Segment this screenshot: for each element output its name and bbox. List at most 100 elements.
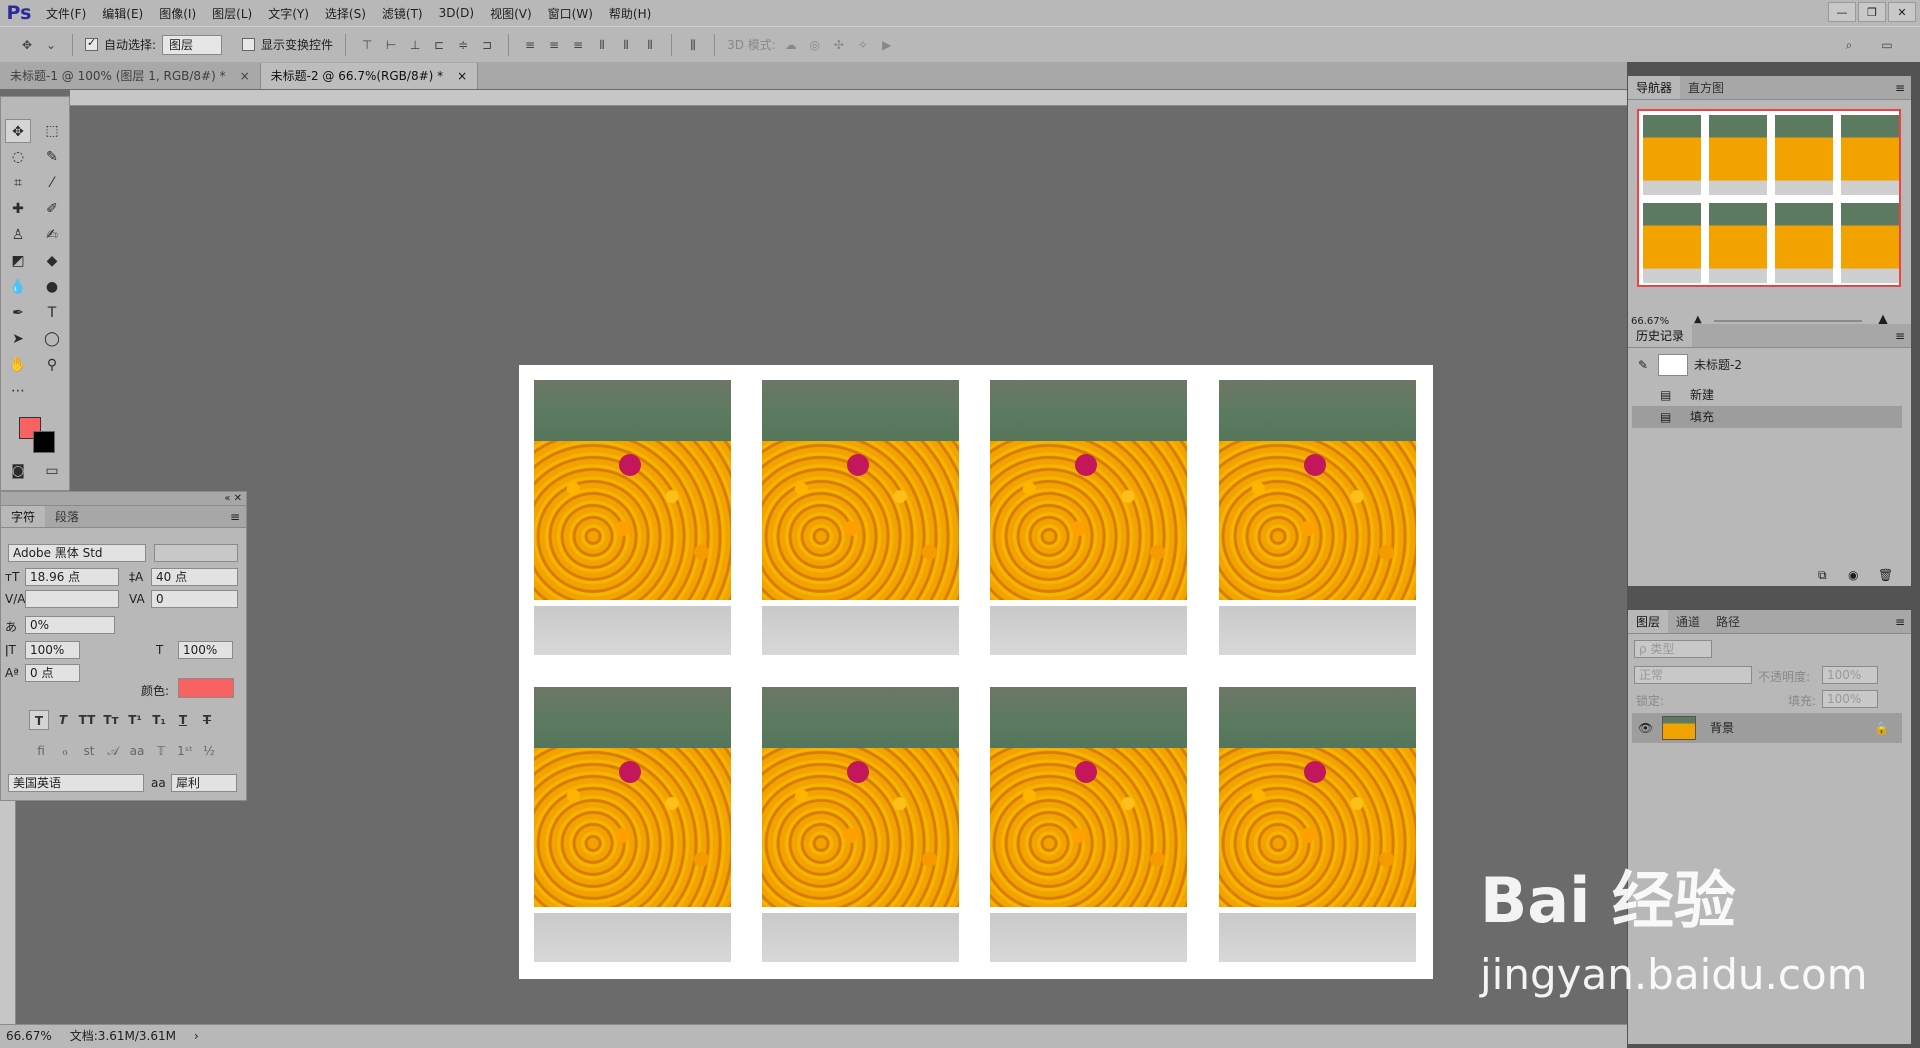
leading-field[interactable]: 40 点 xyxy=(151,568,238,586)
tab-channels[interactable]: 通道 xyxy=(1668,610,1708,633)
menu-file[interactable]: 文件(F) xyxy=(38,5,94,22)
align-vcenter-icon[interactable]: ⊢ xyxy=(382,37,400,53)
align-top-icon[interactable]: ⊤ xyxy=(358,37,376,53)
strikethrough-button[interactable]: T xyxy=(197,710,217,730)
fill-field[interactable]: 100% xyxy=(1822,690,1878,708)
status-doc-size[interactable]: 文档:3.61M/3.61M xyxy=(70,1025,176,1048)
titling-button[interactable]: aa xyxy=(127,744,147,762)
layer-row[interactable]: 👁 背景 🔒 xyxy=(1632,713,1902,743)
restore-icon[interactable]: ❐ xyxy=(1858,2,1886,22)
tab-paragraph[interactable]: 段落 xyxy=(45,506,89,527)
quick-mask-icon[interactable]: ◙ xyxy=(5,459,31,483)
menu-select[interactable]: 选择(S) xyxy=(317,5,374,22)
paint-bucket-tool-icon[interactable]: ◆ xyxy=(39,249,65,273)
history-snapshot[interactable]: ✎ 未标题-2 xyxy=(1632,354,1902,376)
navigator-zoom-slider[interactable] xyxy=(1714,320,1862,322)
align-right-icon[interactable]: ⊐ xyxy=(478,37,496,53)
menu-image[interactable]: 图像(I) xyxy=(151,5,204,22)
tracking-field[interactable]: 0 xyxy=(151,590,238,608)
tab-histogram[interactable]: 直方图 xyxy=(1680,76,1732,99)
tab-document-2[interactable]: 未标题-2 @ 66.7%(RGB/8#) * × xyxy=(260,63,479,89)
opacity-field[interactable]: 100% xyxy=(1822,666,1878,684)
scale-3d-icon[interactable]: ▶ xyxy=(878,37,896,53)
auto-select-dropdown[interactable]: 图层 xyxy=(162,34,223,55)
brush-tool-icon[interactable]: ✐ xyxy=(39,197,65,221)
screen-mode-icon[interactable]: ▭ xyxy=(39,459,65,483)
slide-3d-icon[interactable]: ✧ xyxy=(854,37,872,53)
stylistic-button[interactable]: 𝒜 xyxy=(103,744,123,762)
all-caps-button[interactable]: TT xyxy=(77,710,97,730)
eraser-tool-icon[interactable]: ◩ xyxy=(5,249,31,273)
navigator-thumbnail[interactable] xyxy=(1637,109,1901,287)
subscript-button[interactable]: T₁ xyxy=(149,710,169,730)
font-family-select[interactable]: Adobe 黑体 Std xyxy=(8,544,146,562)
search-icon[interactable]: ⌕ xyxy=(1840,37,1858,53)
align-bottom-icon[interactable]: ⊥ xyxy=(406,37,424,53)
lasso-tool-icon[interactable]: ◌ xyxy=(5,145,31,169)
show-transform-checkbox[interactable] xyxy=(242,38,256,51)
tab-close-icon[interactable]: × xyxy=(457,63,467,89)
menu-help[interactable]: 帮助(H) xyxy=(601,5,659,22)
layer-filter-select[interactable]: ρ 类型 xyxy=(1634,640,1712,658)
distribute-vcenter-icon[interactable]: ≡ xyxy=(545,37,563,53)
eyedropper-tool-icon[interactable]: ⁄ xyxy=(39,171,65,195)
move-tool-icon[interactable]: ✥ xyxy=(18,37,36,53)
underline-button[interactable]: T xyxy=(173,710,193,730)
zoom-tool-icon[interactable]: ⚲ xyxy=(39,353,65,377)
ordinals-st-button[interactable]: 1ˢᵗ xyxy=(175,744,195,762)
history-brush-tool-icon[interactable]: ✍ xyxy=(39,223,65,247)
workspace-icon[interactable]: ▭ xyxy=(1878,37,1896,53)
tab-layers[interactable]: 图层 xyxy=(1628,610,1669,633)
history-item[interactable]: ▤ 填充 xyxy=(1632,406,1902,428)
background-color-swatch[interactable] xyxy=(33,431,55,453)
auto-align-icon[interactable]: ⫼ xyxy=(684,37,702,53)
crop-tool-icon[interactable]: ⌗ xyxy=(5,171,31,195)
vertical-scale-field[interactable]: 100% xyxy=(25,641,80,659)
path-select-tool-icon[interactable]: ➤ xyxy=(5,327,31,351)
ellipse-tool-icon[interactable]: ◯ xyxy=(39,327,65,351)
tab-history[interactable]: 历史记录 xyxy=(1628,324,1693,347)
orbit-3d-icon[interactable]: ☁ xyxy=(782,37,800,53)
quick-select-tool-icon[interactable]: ✎ xyxy=(39,145,65,169)
canvas-area[interactable] xyxy=(16,106,1627,1024)
faux-bold-button[interactable]: T xyxy=(29,710,49,730)
auto-select-checkbox[interactable] xyxy=(85,36,98,51)
distribute-top-icon[interactable]: ≡ xyxy=(521,37,539,53)
antialias-select[interactable]: 犀利 xyxy=(171,774,237,792)
menu-filter[interactable]: 滤镜(T) xyxy=(374,5,431,22)
faux-italic-button[interactable]: T xyxy=(53,710,73,730)
camera-icon[interactable]: ◉ xyxy=(1848,568,1858,582)
chevron-right-icon[interactable]: › xyxy=(194,1025,199,1048)
eye-icon[interactable]: 👁 xyxy=(1638,713,1653,743)
tab-document-1[interactable]: 未标题-1 @ 100% (图层 1, RGB/8#) * × xyxy=(0,63,261,89)
marquee-tool-icon[interactable]: ⬚ xyxy=(39,119,65,143)
old-style-button[interactable]: ℴ xyxy=(55,744,75,762)
ligature-button[interactable]: fi xyxy=(31,744,51,762)
swash-button[interactable]: st xyxy=(79,744,99,762)
text-color-swatch[interactable] xyxy=(178,678,234,698)
ordinal-button[interactable]: 𝕋 xyxy=(151,744,171,762)
trash-icon[interactable]: 🗑 xyxy=(1878,568,1893,582)
tab-navigator[interactable]: 导航器 xyxy=(1628,76,1681,99)
small-caps-button[interactable]: Tт xyxy=(101,710,121,730)
roll-3d-icon[interactable]: ◎ xyxy=(806,37,824,53)
more-tools-icon[interactable]: ⋯ xyxy=(5,379,31,403)
stamp-tool-icon[interactable]: ♙ xyxy=(5,223,31,247)
panel-menu-icon[interactable]: ≡ xyxy=(230,506,246,527)
pen-tool-icon[interactable]: ✒ xyxy=(5,301,31,325)
menu-layer[interactable]: 图层(L) xyxy=(204,5,260,22)
status-zoom[interactable]: 66.67% xyxy=(6,1025,52,1048)
chevron-down-icon[interactable]: ⌄ xyxy=(42,37,60,53)
kerning-field[interactable] xyxy=(25,590,119,608)
baseline-field[interactable]: 0 点 xyxy=(25,664,80,682)
panel-menu-icon[interactable]: ≡ xyxy=(1895,76,1911,99)
tab-close-icon[interactable]: × xyxy=(240,63,250,89)
minimize-icon[interactable]: — xyxy=(1828,2,1856,22)
distribute-hcenter-icon[interactable]: ⫴ xyxy=(617,37,635,53)
fractions-button[interactable]: ½ xyxy=(199,744,219,762)
blur-tool-icon[interactable]: 💧 xyxy=(5,275,31,299)
dodge-tool-icon[interactable]: ● xyxy=(39,275,65,299)
type-tool-icon[interactable]: T xyxy=(39,301,65,325)
distribute-bottom-icon[interactable]: ≡ xyxy=(569,37,587,53)
menu-type[interactable]: 文字(Y) xyxy=(260,5,317,22)
